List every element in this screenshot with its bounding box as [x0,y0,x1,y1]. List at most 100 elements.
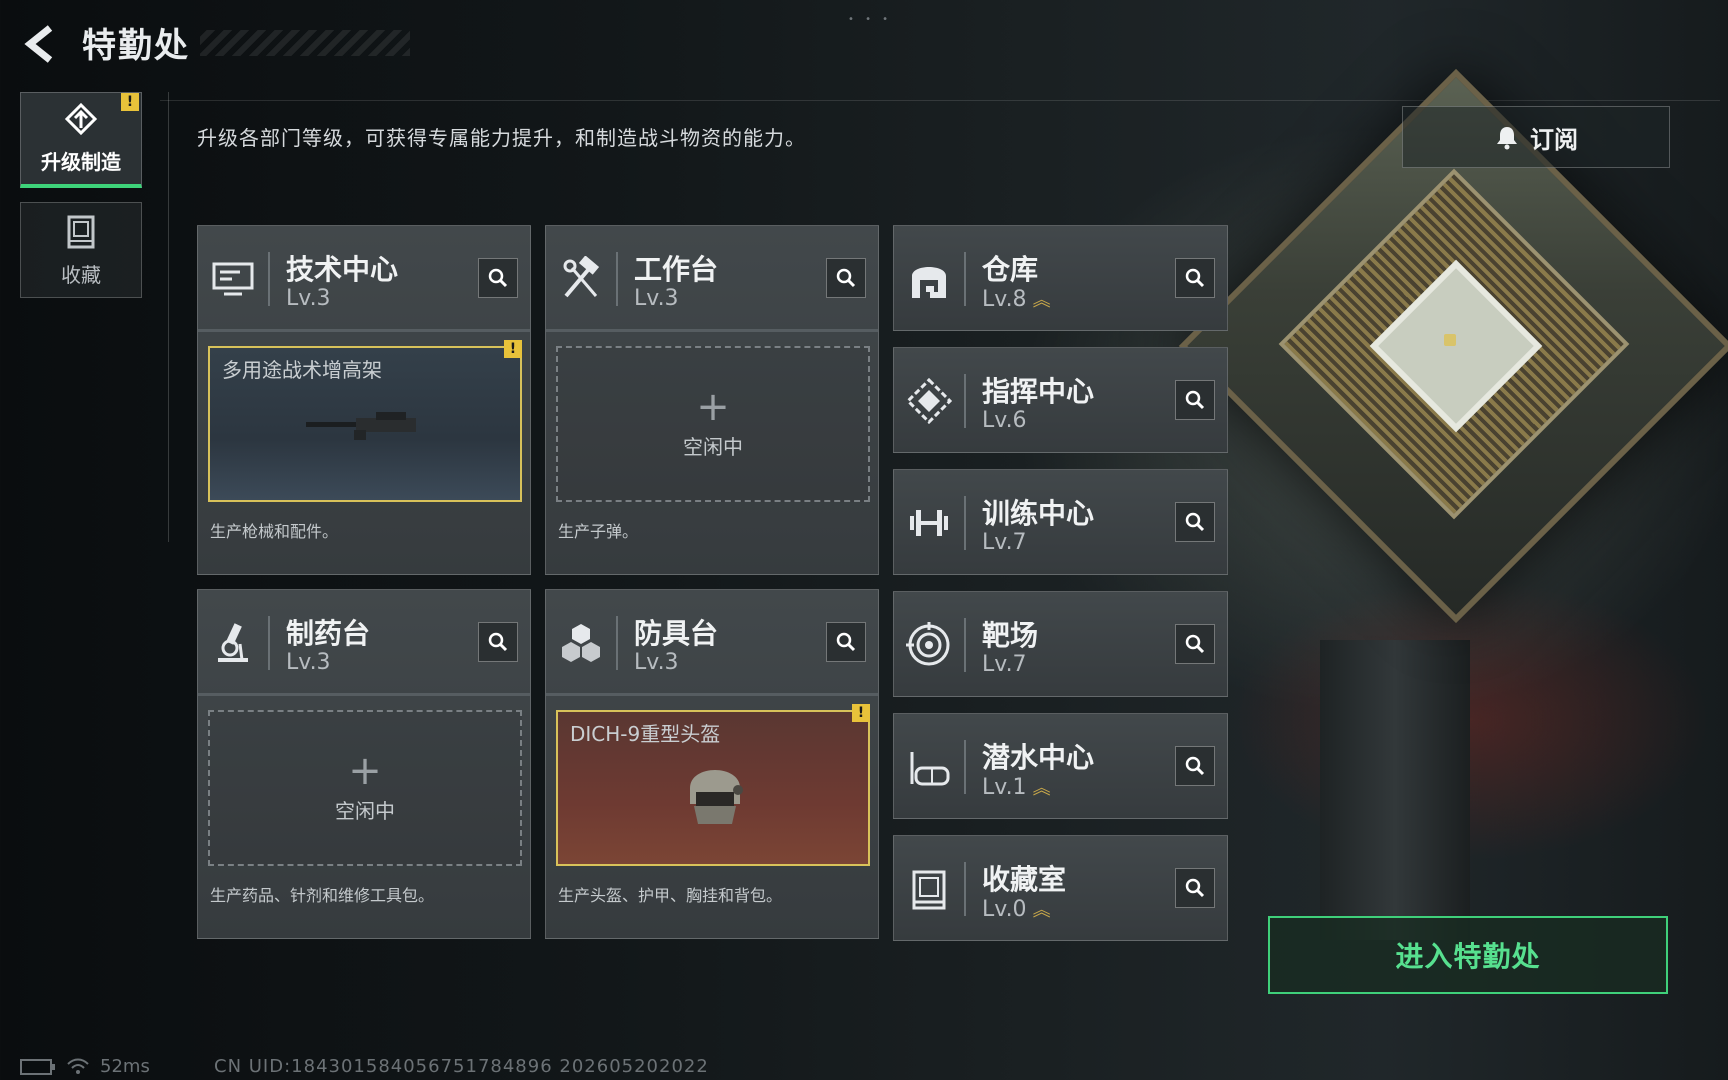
alert-badge: ! [121,93,139,111]
inspect-button[interactable] [478,622,518,662]
dept-card-header: 靶场 Lv.7 [894,592,1227,698]
inspect-button[interactable] [826,622,866,662]
separator [964,740,966,794]
enter-button-label: 进入特勤处 [1395,940,1541,973]
helmet-image [690,770,743,824]
inspect-button[interactable] [1175,258,1215,298]
dept-level: Lv.8 [982,287,1027,312]
dept-name: 技术中心 [286,253,399,286]
separator [964,374,966,428]
warehouse-icon [912,267,946,298]
target-icon [906,622,950,666]
wifi-icon [67,1058,89,1074]
divider-line-vertical [168,92,169,542]
background-cube-light [1444,334,1456,346]
dept-card-armor-bench[interactable]: 防具台 Lv.3 DICH-9重型头盔 ! 生产头盔、护甲、胸挂和背包。 [545,589,879,939]
inspect-button[interactable] [826,258,866,298]
inspect-button[interactable] [1175,624,1215,664]
search-icon [1185,268,1205,288]
back-arrow-icon [24,25,53,63]
tab-collection[interactable]: 收藏 [20,202,142,298]
crafting-item-name: DICH-9重型头盔 [570,722,721,746]
dept-card-pharmacy[interactable]: 制药台 Lv.3 + 空闲中 生产药品、针剂和维修工具包。 [197,589,531,939]
dept-card-warehouse[interactable]: 仓库 Lv.8 ︽ [893,225,1228,331]
tab-collection-label: 收藏 [61,262,101,287]
alert-badge: ! [504,340,522,358]
dept-level: Lv.3 [634,286,679,311]
dept-card-workbench[interactable]: 工作台 Lv.3 + 空闲中 生产子弹。 [545,225,879,575]
dept-card-header: 仓库 Lv.8 ︽ [894,226,1227,332]
dept-level: Lv.7 [982,530,1027,555]
inspect-button[interactable] [1175,502,1215,542]
dept-level-row: Lv.8 ︽ [982,286,1051,312]
tab-upgrade-craft[interactable]: 升级制造 ! [20,92,142,188]
upgrade-available-icon: ︽ [1032,778,1051,799]
dept-name: 防具台 [634,617,719,650]
dept-description: 生产头盔、护甲、胸挂和背包。 [558,886,783,905]
dept-card-diving-center[interactable]: 潜水中心 Lv.1 ︽ [893,713,1228,819]
idle-label: 空闲中 [683,434,743,459]
upgrade-available-icon: ︽ [1032,900,1051,921]
status-bar: 52ms [20,1056,150,1077]
dept-description: 生产药品、针剂和维修工具包。 [210,886,435,905]
inspect-button[interactable] [1175,746,1215,786]
dept-level-row: Lv.0 ︽ [982,896,1051,922]
dept-level: Lv.3 [634,650,679,675]
idle-label: 空闲中 [335,798,395,823]
title-decoration [200,30,410,56]
dept-card-collection-room[interactable]: 收藏室 Lv.0 ︽ [893,835,1228,941]
battery-icon [20,1058,55,1075]
search-icon [1185,390,1205,410]
ping-value: 52ms [100,1056,150,1077]
upgrade-available-icon: ︽ [1032,290,1051,311]
enter-special-ops-button[interactable]: 进入特勤处 [1268,916,1668,994]
idle-slot[interactable]: + 空闲中 [208,710,522,866]
idle-slot[interactable]: + 空闲中 [556,346,870,502]
dept-level: Lv.3 [286,650,331,675]
dept-level-row: Lv.1 ︽ [982,774,1051,800]
dept-card-command-center[interactable]: 指挥中心 Lv.6 [893,347,1228,453]
background-pillar [1320,640,1470,940]
dept-card-header: 潜水中心 Lv.1 ︽ [894,714,1227,820]
separator [268,252,270,306]
display-case-icon [912,870,946,910]
separator [964,252,966,306]
bell-icon [1497,127,1517,150]
dumbbell-icon [910,510,948,536]
separator [616,252,618,306]
inspect-button[interactable] [1175,380,1215,420]
crafting-item-name: 多用途战术增高架 [222,358,382,382]
back-button[interactable] [20,22,60,66]
page-title: 特勤处 [82,26,190,66]
search-icon [488,268,508,288]
dept-level: Lv.0 [982,897,1027,922]
dept-card-tech-center[interactable]: 技术中心 Lv.3 多用途战术增高架 ! 生产枪械和配件。 [197,225,531,575]
dept-card-shooting-range[interactable]: 靶场 Lv.7 [893,591,1228,697]
dept-card-training-center[interactable]: 训练中心 Lv.7 [893,469,1228,575]
separator [964,862,966,916]
dept-card-header: 收藏室 Lv.0 ︽ [894,836,1227,942]
subscribe-button[interactable]: 订阅 [1402,106,1670,168]
inspect-button[interactable] [1175,868,1215,908]
separator [964,496,966,550]
crafting-slot[interactable]: DICH-9重型头盔 ! [556,704,870,866]
plus-icon: + [696,383,730,430]
crafting-slot[interactable]: 多用途战术增高架 ! [208,340,522,502]
top-dots-decoration: • • • [848,14,893,25]
subscribe-label: 订阅 [1530,125,1578,154]
dept-name: 指挥中心 [982,375,1095,408]
search-icon [836,268,856,288]
dept-level: Lv.3 [286,286,331,311]
separator [964,618,966,672]
dept-name: 制药台 [286,617,371,650]
armor-boxes-icon [562,624,600,662]
separator [616,616,618,670]
dept-card-header: 防具台 Lv.3 [546,590,878,696]
alert-badge: ! [852,704,870,722]
dept-description: 生产枪械和配件。 [210,522,339,541]
dept-name: 训练中心 [982,497,1095,530]
dept-name: 工作台 [634,253,719,286]
plus-icon: + [348,747,382,794]
inspect-button[interactable] [478,258,518,298]
dept-card-header: 技术中心 Lv.3 [198,226,530,332]
